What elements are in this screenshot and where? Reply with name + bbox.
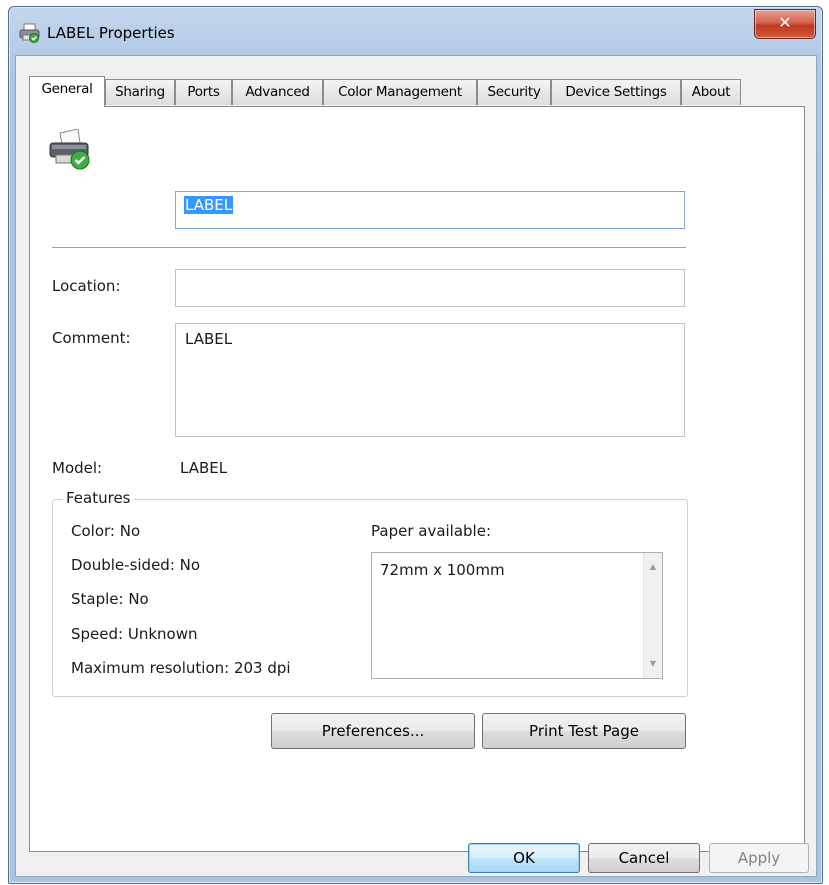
- features-title: Features: [63, 489, 134, 507]
- close-button[interactable]: ✕: [754, 9, 816, 39]
- model-value: LABEL: [180, 459, 228, 477]
- scroll-up-icon[interactable]: ▲: [644, 559, 662, 575]
- tab-advanced[interactable]: Advanced: [232, 79, 323, 105]
- location-input[interactable]: [175, 269, 685, 307]
- separator: [52, 247, 686, 249]
- feature-color: Color: No: [71, 522, 141, 540]
- printer-name-value: LABEL: [184, 196, 234, 214]
- tab-security[interactable]: Security: [477, 79, 551, 105]
- general-tab-panel: LABEL Location: Comment: LABEL Model: LA…: [29, 106, 805, 852]
- properties-window: LABEL Properties ✕ General Sharing Ports…: [8, 6, 823, 884]
- title-bar[interactable]: LABEL Properties ✕: [9, 7, 822, 55]
- ok-button[interactable]: OK: [468, 843, 580, 873]
- window-title: LABEL Properties: [47, 24, 175, 42]
- client-area: General Sharing Ports Advanced Color Man…: [15, 55, 817, 877]
- printer-name-input[interactable]: LABEL: [175, 191, 685, 229]
- tab-device-settings[interactable]: Device Settings: [551, 79, 681, 105]
- close-icon: ✕: [778, 13, 792, 32]
- print-test-page-button[interactable]: Print Test Page: [482, 713, 686, 749]
- preferences-button[interactable]: Preferences...: [271, 713, 475, 749]
- paper-available-label: Paper available:: [371, 522, 492, 540]
- tab-general[interactable]: General: [29, 76, 105, 107]
- feature-max-resolution: Maximum resolution: 203 dpi: [71, 659, 291, 677]
- comment-textarea[interactable]: LABEL: [175, 323, 685, 437]
- tab-about[interactable]: About: [681, 79, 741, 105]
- apply-button[interactable]: Apply: [709, 843, 809, 873]
- tab-color-management[interactable]: Color Management: [323, 79, 477, 105]
- location-label: Location:: [52, 277, 121, 295]
- paper-item[interactable]: 72mm x 100mm: [380, 561, 505, 579]
- feature-double-sided: Double-sided: No: [71, 556, 201, 574]
- feature-staple: Staple: No: [71, 590, 149, 608]
- features-groupbox: Features Color: No Double-sided: No Stap…: [52, 489, 688, 697]
- paper-listbox[interactable]: 72mm x 100mm ▲ ▼: [371, 552, 663, 679]
- paper-scrollbar[interactable]: ▲ ▼: [643, 553, 662, 678]
- feature-speed: Speed: Unknown: [71, 625, 198, 643]
- printer-icon: [19, 23, 41, 43]
- model-label: Model:: [52, 459, 103, 477]
- comment-value: LABEL: [185, 330, 233, 348]
- tab-sharing[interactable]: Sharing: [105, 79, 175, 105]
- tab-ports[interactable]: Ports: [175, 79, 232, 105]
- scroll-down-icon[interactable]: ▼: [644, 656, 662, 672]
- comment-label: Comment:: [52, 329, 131, 347]
- printer-ready-icon: [46, 128, 94, 171]
- cancel-button[interactable]: Cancel: [588, 843, 700, 873]
